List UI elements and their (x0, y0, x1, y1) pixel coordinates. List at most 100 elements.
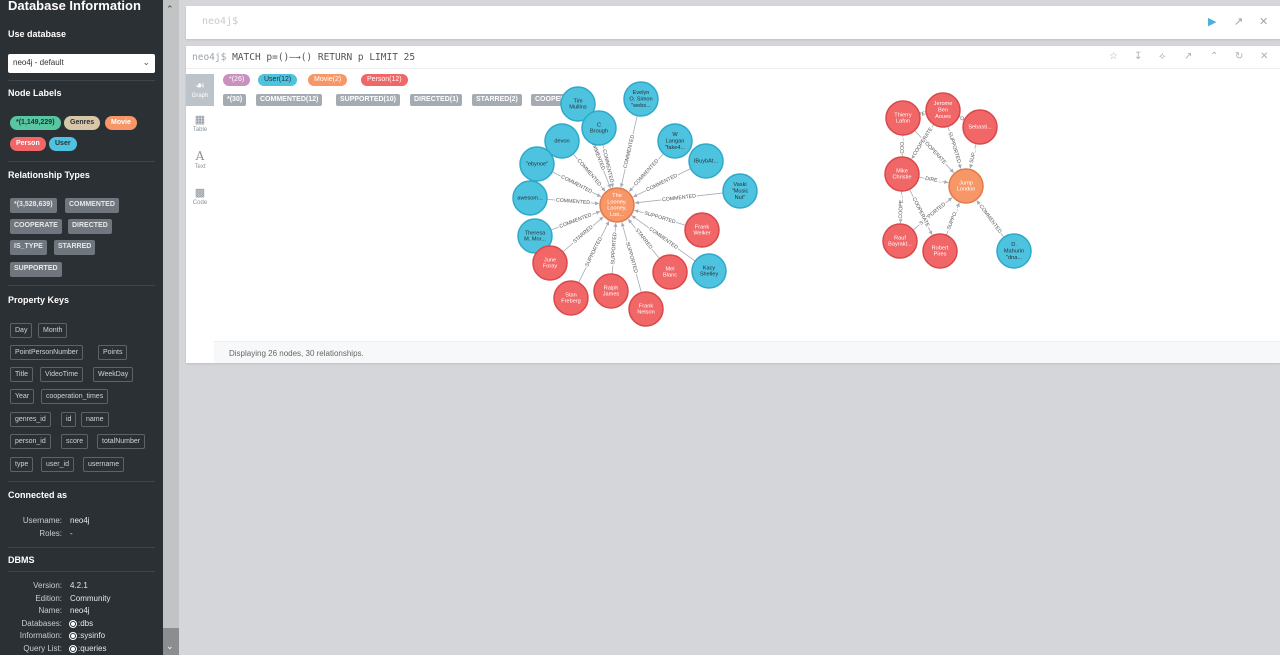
node-caption: The (612, 193, 622, 199)
editor-prompt[interactable]: neo4j$ (202, 16, 238, 27)
view-code-tab[interactable]: ▩ Code (186, 186, 214, 216)
relationship-label: COOPE... (898, 195, 905, 218)
property-key-tag[interactable]: username (83, 457, 125, 472)
person-node[interactable]: JuneForay (532, 245, 568, 281)
dbms-command-link[interactable]: :queries (70, 644, 106, 653)
database-info-sidebar: Database Information Use database neo4j … (0, 0, 163, 655)
star-icon[interactable]: ☆ (1109, 51, 1118, 62)
property-key-tag[interactable]: Day (10, 323, 33, 338)
relationship-type-tag[interactable]: *(3,528,639) (10, 198, 57, 213)
property-key-tag[interactable]: Month (38, 323, 68, 338)
property-key-tag[interactable]: Points (98, 345, 128, 360)
property-key-tag[interactable]: type (10, 457, 34, 472)
collapse-icon[interactable]: ⌃ (1210, 51, 1218, 62)
relationship-type-tag[interactable]: DIRECTED (68, 219, 112, 234)
node-caption: Looney, (607, 199, 627, 205)
dbms-key: Information: (19, 631, 62, 641)
property-key-tag[interactable]: PointPersonNumber (10, 345, 84, 360)
person-node[interactable]: RobertPires (922, 233, 958, 269)
user-node[interactable]: EvelynO. Simon"webs... (623, 81, 659, 117)
relationship-type-tag[interactable]: COMMENTED (65, 198, 119, 213)
person-node[interactable]: RalphJames (593, 273, 629, 309)
user-node[interactable]: CBrough (581, 110, 617, 146)
close-frame-icon[interactable]: ✕ (1260, 51, 1268, 62)
relationship-type-tag[interactable]: STARRED (54, 240, 96, 255)
download-icon[interactable]: ↧ (1134, 51, 1142, 62)
user-node[interactable]: IBuybAt... (688, 143, 724, 179)
database-select[interactable]: neo4j - default ⌄ (8, 54, 155, 73)
node-label-pill[interactable]: *(1,149,229) (10, 116, 61, 130)
query-editor[interactable]: neo4j$ ▶ ↗ ✕ (186, 6, 1280, 39)
property-key-tag[interactable]: Year (10, 389, 35, 404)
person-node[interactable]: MikeChristie (884, 156, 920, 192)
user-node[interactable]: Vaski"MusicNut" (722, 173, 758, 209)
view-text-tab[interactable]: A Text (186, 149, 214, 179)
dbms-key: Edition: (35, 593, 62, 603)
fullscreen-icon[interactable]: ↗ (1184, 51, 1192, 62)
node-label-pill[interactable]: User (49, 137, 77, 151)
view-table-tab[interactable]: ▦ Table (186, 113, 214, 143)
relationship-type-tag[interactable]: IS_TYPE (10, 240, 47, 255)
property-key-tag[interactable]: user_id (41, 457, 74, 472)
node-caption: Blanc (663, 273, 677, 279)
sidebar-scrollbar[interactable]: ⌃ ⌄ (163, 0, 179, 655)
user-node[interactable]: D.Mahurin"dna... (996, 233, 1032, 269)
property-key-tag[interactable]: person_id (10, 434, 51, 449)
user-node[interactable]: awesom... (512, 180, 548, 216)
node-caption: Robert (932, 245, 949, 251)
person-node[interactable]: StanFreberg (553, 280, 589, 316)
relationship-label: COMMENTED (662, 193, 697, 203)
property-key-tag[interactable]: score (61, 434, 89, 449)
node-caption: Freberg (561, 299, 581, 305)
property-key-tag[interactable]: id (61, 412, 77, 427)
dbms-command-link[interactable]: :sysinfo (70, 631, 105, 640)
person-node[interactable]: FrankWelker (684, 212, 720, 248)
scroll-down-icon[interactable]: ⌄ (166, 641, 174, 652)
graph-visualization[interactable]: *(26) User(12) Movie(2) Person(12) *(30) COM… (214, 69, 1280, 341)
movie-node[interactable]: TheLooney,Looney,Loo... (599, 187, 635, 223)
property-key-tag[interactable]: VideoTime (40, 367, 84, 382)
relationship-types-heading: Relationship Types (8, 170, 90, 180)
person-node[interactable]: JeromeBenAoues (925, 92, 961, 128)
property-key-tag[interactable]: totalNumber (97, 434, 146, 449)
play-icon[interactable]: ▶ (1208, 15, 1216, 28)
relationship-type-tag[interactable]: SUPPORTED (10, 262, 62, 277)
frame-query[interactable]: neo4j$ MATCH p=()—→() RETURN p LIMIT 25 (192, 52, 415, 63)
node-label-pill[interactable]: Person (10, 137, 46, 151)
person-node[interactable]: Sebasti... (962, 109, 998, 145)
dbms-command-link[interactable]: :dbs (70, 619, 93, 628)
user-node[interactable]: "ebynoe" (519, 146, 555, 182)
user-node[interactable]: KacyShelley (691, 253, 727, 289)
node-caption: Mahurin (1004, 248, 1024, 254)
expand-icon[interactable]: ↗ (1234, 15, 1243, 28)
user-node[interactable]: WLangan"fake4... (657, 123, 693, 159)
node-caption: Loo... (610, 212, 624, 218)
node-caption: "Music (732, 188, 749, 194)
close-icon[interactable]: ✕ (1259, 15, 1268, 28)
play-command-icon (70, 620, 76, 627)
node-label-pill[interactable]: Genres (64, 116, 101, 130)
pin-icon[interactable]: ⟡ (1159, 51, 1166, 62)
scroll-up-icon[interactable]: ⌃ (166, 4, 174, 15)
property-key-tag[interactable]: cooperation_times (41, 389, 109, 404)
person-node[interactable]: FrankNelson (628, 291, 664, 327)
view-graph-tab[interactable]: ☙ Graph (186, 74, 214, 106)
dbms-key: Databases: (21, 618, 62, 628)
node-caption: C (597, 122, 601, 128)
scrollbar-thumb[interactable] (163, 0, 179, 628)
rerun-icon[interactable]: ↻ (1235, 51, 1243, 62)
property-key-tag[interactable]: name (81, 412, 109, 427)
movie-node[interactable]: JumpLondon (948, 168, 984, 204)
node-labels-heading: Node Labels (8, 88, 62, 98)
node-label-pill[interactable]: Movie (105, 116, 137, 130)
person-node[interactable]: ThierryLafon (885, 100, 921, 136)
node-caption: Brough (590, 129, 608, 135)
person-node[interactable]: MelBlanc (652, 254, 688, 290)
person-node[interactable]: RaufBayrakt... (882, 223, 918, 259)
property-key-tag[interactable]: Title (10, 367, 33, 382)
relationship-type-tag[interactable]: COOPERATE (10, 219, 62, 234)
relationship-label: SUPPORTED (946, 131, 961, 164)
property-key-tag[interactable]: WeekDay (93, 367, 134, 382)
graph-canvas[interactable]: COMMENTED COMMENTEDCOMMENTED COMMENTEDCOMM… (214, 69, 1280, 341)
property-key-tag[interactable]: genres_id (10, 412, 51, 427)
